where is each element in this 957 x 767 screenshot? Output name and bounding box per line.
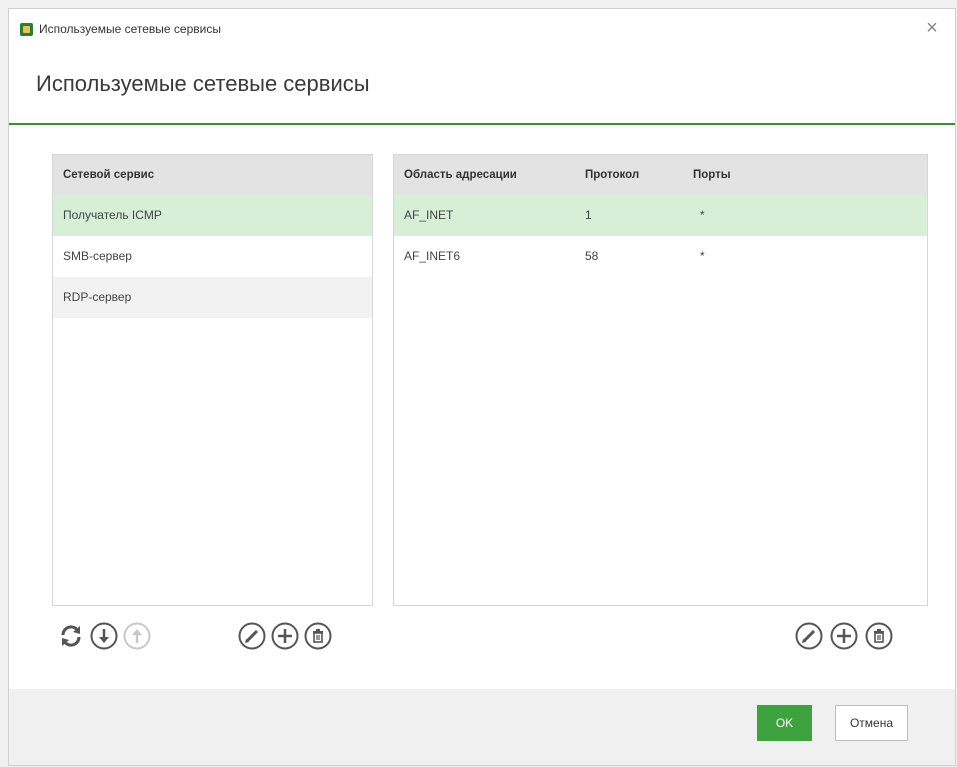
window-title: Используемые сетевые сервисы (39, 22, 221, 36)
details-table: Область адресации Протокол Порты AF_INET… (393, 154, 928, 606)
edit-address-button[interactable] (794, 621, 824, 651)
service-name: Получатель ICMP (63, 208, 162, 222)
add-service-button[interactable] (270, 621, 300, 651)
area-cell: AF_INET6 (404, 249, 461, 263)
ports-cell: * (700, 249, 705, 263)
cancel-button[interactable]: Отмена (835, 705, 908, 741)
table-row[interactable]: SMB-сервер (53, 236, 372, 277)
delete-icon (304, 622, 332, 650)
delete-address-button[interactable] (864, 621, 894, 651)
add-icon (271, 622, 299, 650)
service-name: RDP-сервер (63, 290, 132, 304)
delete-icon (865, 622, 893, 650)
delete-service-button[interactable] (303, 621, 333, 651)
move-up-icon (123, 622, 151, 650)
move-down-button[interactable] (89, 621, 119, 651)
column-header-service[interactable]: Сетевой сервис (63, 155, 154, 195)
services-table-header: Сетевой сервис (53, 155, 372, 195)
details-table-header: Область адресации Протокол Порты (394, 155, 927, 195)
app-icon (20, 23, 33, 36)
area-cell: AF_INET (404, 208, 454, 222)
column-header-area[interactable]: Область адресации (404, 155, 517, 195)
table-row[interactable]: RDP-сервер (53, 277, 372, 318)
dialog-footer (9, 689, 955, 765)
page-title: Используемые сетевые сервисы (36, 71, 370, 96)
ok-button[interactable]: OK (757, 705, 812, 741)
close-button[interactable]: × (919, 15, 945, 41)
column-header-protocol[interactable]: Протокол (585, 155, 639, 195)
move-up-button[interactable] (122, 621, 152, 651)
refresh-button[interactable] (56, 621, 86, 651)
edit-icon (795, 622, 823, 650)
protocol-cell: 58 (585, 249, 599, 263)
column-header-ports[interactable]: Порты (693, 155, 731, 195)
table-row[interactable]: AF_INET6 58 * (394, 236, 927, 277)
service-name: SMB-сервер (63, 249, 132, 263)
header-divider (9, 123, 955, 125)
add-icon (830, 622, 858, 650)
refresh-icon (61, 625, 81, 647)
protocol-cell: 1 (585, 208, 592, 222)
edit-service-button[interactable] (237, 621, 267, 651)
table-row[interactable]: AF_INET 1 * (394, 195, 927, 236)
move-down-icon (90, 622, 118, 650)
add-address-button[interactable] (829, 621, 859, 651)
ports-cell: * (700, 208, 705, 222)
table-row[interactable]: Получатель ICMP (53, 195, 372, 236)
services-table: Сетевой сервис Получатель ICMP SMB-серве… (52, 154, 373, 606)
dialog-window: Используемые сетевые сервисы × Используе… (8, 8, 956, 766)
title-bar: Используемые сетевые сервисы × (9, 9, 955, 49)
edit-icon (238, 622, 266, 650)
